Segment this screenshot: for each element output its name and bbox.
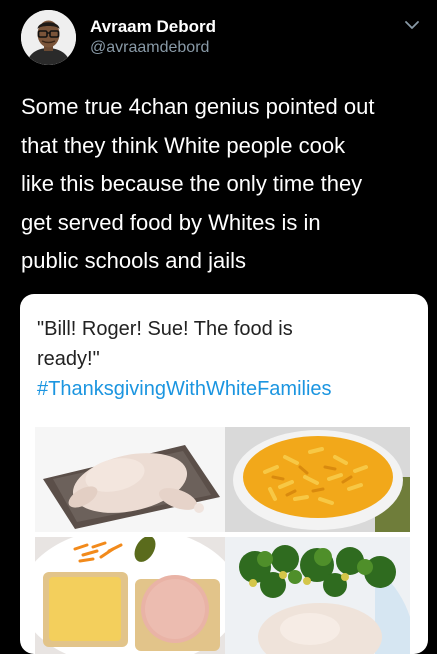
mac-and-cheese-photo [225,427,410,532]
tweet-header: Avraam Debord @avraamdebord [0,0,437,80]
tweet-text-line: get served food by Whites is in [21,209,321,235]
tweet-text: Some true 4chan genius pointed out that … [21,88,426,281]
handle[interactable]: @avraamdebord [90,39,209,57]
image-caption-line: ready!" [37,348,100,370]
broccoli-chicken-photo [225,537,410,654]
hashtag-link[interactable]: #ThanksgivingWithWhiteFamilies [37,374,417,404]
tweet-text-line: like this because the only time they [21,171,363,196]
tweet-text-line: that they think White people cook [21,132,346,158]
image-caption-line: "Bill! Roger! Sue! The food is [37,318,293,340]
tweet-text-line: public schools and jails [21,248,247,273]
avatar[interactable] [21,10,76,65]
media-card[interactable]: "Bill! Roger! Sue! The food is ready!" #… [20,294,428,654]
tweet-text-line: Some true 4chan genius pointed out [21,94,375,119]
image-caption: "Bill! Roger! Sue! The food is ready!" #… [37,314,417,404]
display-name[interactable]: Avraam Debord [90,17,216,37]
raw-turkey-photo [35,427,225,532]
chevron-down-icon[interactable] [404,18,420,30]
sandwich-photo [35,537,225,654]
